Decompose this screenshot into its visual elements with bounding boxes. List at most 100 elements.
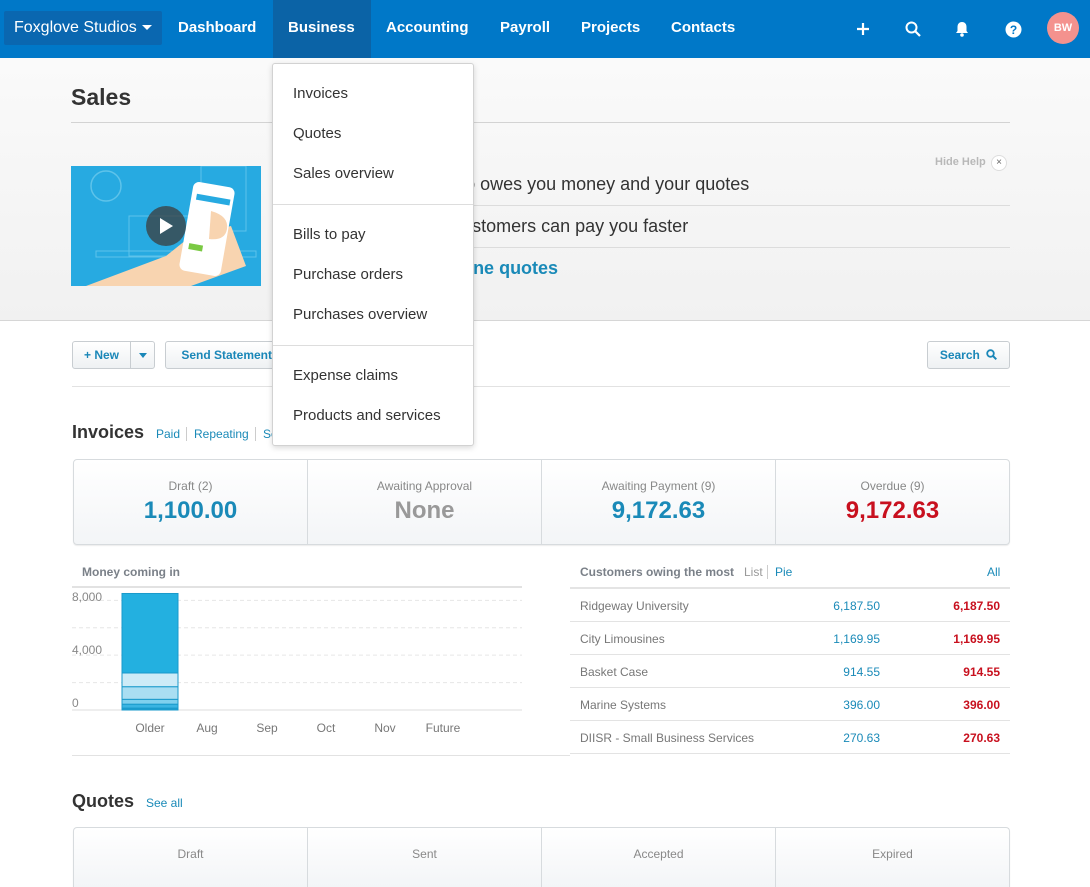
search-icon[interactable] (898, 14, 928, 44)
search-button-label: Search (939, 348, 980, 362)
caret-down-icon (141, 25, 152, 31)
play-button[interactable] (146, 206, 186, 246)
y-tick-label: 8,000 (72, 590, 103, 604)
search-icon (986, 349, 998, 361)
menu-item-invoices[interactable]: Invoices (293, 85, 348, 102)
summary-overdue[interactable]: Overdue (9) 9,172.63 (776, 460, 1009, 544)
x-tick-label: Older (135, 721, 165, 735)
customer-overdue: 914.55 (963, 665, 1000, 679)
bar-segment (121, 672, 179, 688)
link-separator (767, 565, 768, 579)
summary-label: Sent (412, 847, 437, 861)
quotes-accepted[interactable]: Accepted (542, 828, 776, 887)
nav-payroll[interactable]: Payroll (485, 0, 565, 58)
customer-row[interactable]: DIISR - Small Business Services 270.63 2… (570, 721, 1010, 754)
x-tick-label: Oct (316, 721, 336, 735)
customer-row[interactable]: Marine Systems 396.00 396.00 (570, 688, 1010, 721)
summary-value: 1,100.00 (143, 497, 238, 524)
link-separator (255, 427, 256, 441)
summary-value: 9,172.63 (845, 497, 940, 524)
menu-item-bills-to-pay[interactable]: Bills to pay (293, 226, 366, 243)
link-separator (186, 427, 187, 441)
bar-segment (121, 686, 179, 700)
summary-label: Overdue (9) (860, 479, 925, 493)
summary-label: Accepted (633, 847, 684, 861)
menu-divider (273, 345, 473, 346)
title-divider (71, 122, 1010, 123)
plus-icon[interactable] (848, 14, 878, 44)
summary-label: Draft (2) (168, 479, 213, 493)
quotes-summary: Draft Sent Accepted Expired (73, 827, 1010, 887)
summary-label: Draft (177, 847, 204, 861)
quotes-title: Quotes (72, 791, 135, 811)
customer-owing: 270.63 (843, 731, 880, 745)
invoice-summary: Draft (2) 1,100.00 Awaiting Approval Non… (73, 459, 1010, 545)
menu-item-quotes[interactable]: Quotes (293, 125, 341, 142)
summary-draft[interactable]: Draft (2) 1,100.00 (74, 460, 308, 544)
nav-accounting[interactable]: Accounting (371, 0, 484, 58)
list-view-link[interactable]: List (744, 565, 763, 579)
menu-item-products-and-services[interactable]: Products and services (293, 407, 441, 424)
nav-business[interactable]: Business (273, 0, 371, 58)
customer-name: DIISR - Small Business Services (580, 731, 755, 745)
all-customers-link[interactable]: All (987, 565, 1000, 579)
quotes-sent[interactable]: Sent (308, 828, 542, 887)
quotes-draft[interactable]: Draft (74, 828, 308, 887)
page-title: Sales (71, 84, 132, 110)
svg-text:?: ? (1009, 23, 1016, 37)
caret-down-icon (138, 353, 147, 359)
summary-awaiting-approval[interactable]: Awaiting Approval None (308, 460, 542, 544)
new-dropdown-button[interactable] (130, 341, 155, 369)
summary-awaiting-payment[interactable]: Awaiting Payment (9) 9,172.63 (542, 460, 776, 544)
customer-owing: 1,169.95 (833, 632, 880, 646)
help-icon[interactable]: ? (998, 14, 1028, 44)
nav-projects[interactable]: Projects (566, 0, 655, 58)
bar-segment (121, 592, 179, 674)
user-avatar[interactable]: BW (1047, 12, 1079, 44)
nav-dashboard[interactable]: Dashboard (163, 0, 271, 58)
customer-row[interactable]: City Limousines 1,169.95 1,169.95 (570, 622, 1010, 655)
summary-value: None (394, 497, 455, 524)
bar-segment (121, 698, 179, 705)
hide-help-link[interactable]: Hide Help (935, 156, 986, 168)
x-tick-label: Nov (374, 721, 396, 735)
close-icon[interactable]: × (991, 155, 1007, 171)
customer-name: City Limousines (580, 632, 665, 646)
customer-overdue: 1,169.95 (953, 632, 1000, 646)
customer-name: Ridgeway University (580, 599, 689, 613)
y-tick-label: 4,000 (72, 643, 103, 657)
money-coming-in-chart (72, 586, 522, 711)
organisation-switcher[interactable]: Foxglove Studios (4, 11, 162, 45)
nav-contacts[interactable]: Contacts (656, 0, 750, 58)
x-tick-label: Future (425, 721, 461, 735)
business-dropdown-menu: Invoices Quotes Sales overview Bills to … (272, 63, 474, 446)
quotes-expired[interactable]: Expired (776, 828, 1009, 887)
customer-overdue: 396.00 (963, 698, 1000, 712)
customer-owing: 396.00 (843, 698, 880, 712)
bar-segment (121, 703, 179, 709)
customer-row[interactable]: Ridgeway University 6,187.50 6,187.50 (570, 589, 1010, 622)
menu-item-purchases-overview[interactable]: Purchases overview (293, 306, 427, 323)
search-button[interactable]: Search (927, 341, 1010, 369)
menu-item-sales-overview[interactable]: Sales overview (293, 165, 394, 182)
bell-icon[interactable] (947, 14, 977, 44)
organisation-name: Foxglove Studios (14, 19, 137, 36)
play-icon (160, 218, 173, 234)
top-navigation: Foxglove Studios Dashboard Business Acco… (0, 0, 1090, 58)
see-all-quotes-link[interactable]: See all (146, 796, 183, 810)
summary-label: Expired (872, 847, 913, 861)
menu-item-expense-claims[interactable]: Expense claims (293, 367, 398, 384)
menu-divider (273, 204, 473, 205)
customer-owing: 6,187.50 (833, 599, 880, 613)
customer-overdue: 6,187.50 (953, 599, 1000, 613)
toolbar-divider (72, 386, 1010, 387)
menu-item-purchase-orders[interactable]: Purchase orders (293, 266, 403, 283)
pie-view-link[interactable]: Pie (775, 565, 792, 579)
repeating-link[interactable]: Repeating (194, 427, 249, 441)
paid-link[interactable]: Paid (156, 427, 180, 441)
help-video-thumbnail[interactable] (71, 166, 261, 286)
customer-row[interactable]: Basket Case 914.55 914.55 (570, 655, 1010, 688)
summary-label: Awaiting Approval (376, 479, 473, 493)
customer-name: Marine Systems (580, 698, 667, 712)
new-button[interactable]: + New (72, 341, 131, 369)
